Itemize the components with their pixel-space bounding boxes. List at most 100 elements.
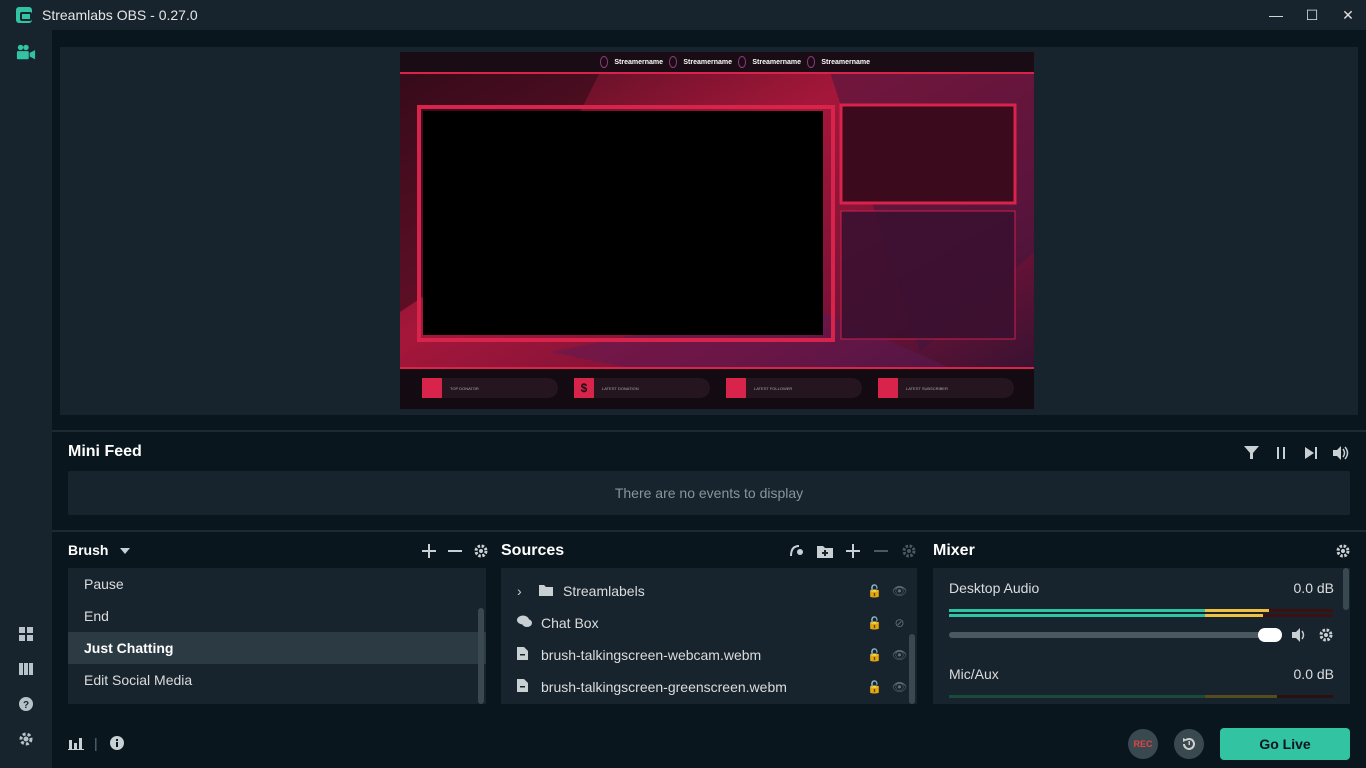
- alert-latest-follower: LATEST FOLLOWER: [726, 378, 862, 398]
- volume-meter-green: [949, 609, 1205, 612]
- mixer-scrollbar[interactable]: [1343, 568, 1349, 610]
- alert-label: TOP DONATOR: [450, 385, 479, 391]
- scene-settings-icon[interactable]: [472, 542, 490, 560]
- window-controls: — ☐ ✕: [1258, 0, 1366, 30]
- add-folder-icon[interactable]: [816, 542, 834, 560]
- dollar-icon: $: [574, 378, 594, 398]
- source-label: brush-talkingscreen-webcam.webm: [541, 647, 762, 663]
- sources-list: › Streamlabels 🔓 👁 Chat Box 🔓 ⊘ brush-talk…: [501, 568, 917, 704]
- social-handles: Streamername Streamername Streamername S…: [600, 55, 870, 69]
- facebook-icon: [669, 56, 678, 68]
- settings-icon[interactable]: [16, 729, 36, 749]
- scenes-scrollbar[interactable]: [478, 608, 484, 704]
- social-handle: Streamername: [821, 58, 870, 66]
- pause-icon[interactable]: [1272, 444, 1290, 462]
- mixer-list: Desktop Audio 0.0 dB Mic/Aux 0.0 dB: [933, 568, 1350, 704]
- scene-collection-selector[interactable]: Brush: [68, 541, 131, 559]
- record-button[interactable]: REC: [1128, 729, 1158, 759]
- lock-icon[interactable]: 🔓: [867, 648, 882, 662]
- source-controls: [788, 542, 918, 560]
- window-title: Streamlabs OBS - 0.27.0: [42, 7, 198, 23]
- alert-label: LATEST FOLLOWER: [754, 385, 793, 391]
- volume-slider-handle[interactable]: [1257, 628, 1282, 642]
- source-label: Streamlabels: [563, 583, 645, 599]
- source-item-controls: 🔓 👁: [867, 584, 907, 598]
- volume-meter-green: [949, 695, 1205, 698]
- columns-icon[interactable]: [16, 659, 36, 679]
- audio-settings-icon[interactable]: [1319, 628, 1333, 647]
- add-scene-icon[interactable]: [420, 542, 438, 560]
- remove-source-icon[interactable]: [872, 542, 890, 560]
- footer-bar: | REC Go Live: [52, 720, 1366, 768]
- preview-display[interactable]: Streamername Streamername Streamername S…: [60, 47, 1358, 415]
- overlay-canvas[interactable]: Streamername Streamername Streamername S…: [400, 52, 1034, 409]
- volume-meter-yellow: [1205, 695, 1277, 698]
- source-item-controls: 🔓 👁: [867, 680, 907, 694]
- lock-icon[interactable]: 🔓: [867, 584, 882, 598]
- lock-icon[interactable]: 🔓: [867, 616, 882, 630]
- source-item-greenscreen-webm[interactable]: brush-talkingscreen-greenscreen.webm 🔓 👁: [501, 671, 917, 703]
- file-icon: [517, 679, 528, 695]
- visibility-icon[interactable]: 👁: [892, 680, 907, 694]
- social-handle: Streamername: [614, 58, 663, 66]
- editor-panels: Brush Pause End Just Chatting Edit Socia…: [52, 532, 1366, 720]
- sources-title: Sources: [501, 542, 565, 559]
- go-live-button[interactable]: Go Live: [1220, 728, 1350, 760]
- mute-icon[interactable]: [1291, 628, 1307, 647]
- mixer-settings-icon[interactable]: [1334, 542, 1352, 560]
- source-item-webcam-webm[interactable]: brush-talkingscreen-webcam.webm 🔓 👁: [501, 639, 917, 671]
- maximize-button[interactable]: ☐: [1294, 0, 1330, 30]
- source-item-chat-box[interactable]: Chat Box 🔓 ⊘: [501, 607, 917, 639]
- scene-item-edit-social-media[interactable]: Edit Social Media: [68, 664, 486, 696]
- alert-latest-subscriber: LATEST SUBSCRIBER: [878, 378, 1014, 398]
- info-icon[interactable]: [109, 735, 125, 756]
- title-bar: Streamlabs OBS - 0.27.0 — ☐ ✕: [0, 0, 1366, 30]
- selective-recording-icon[interactable]: [788, 542, 806, 560]
- help-icon[interactable]: ?: [16, 694, 36, 714]
- star-icon: [726, 378, 746, 398]
- lock-icon[interactable]: 🔓: [867, 680, 882, 694]
- sources-scrollbar[interactable]: [909, 634, 915, 704]
- subscriber-icon: [878, 378, 898, 398]
- twitter-icon: [738, 56, 747, 68]
- filter-icon[interactable]: [1242, 444, 1260, 462]
- social-handle: Streamername: [683, 58, 732, 66]
- scenes-list: Pause End Just Chatting Edit Social Medi…: [68, 568, 486, 704]
- chevron-right-icon[interactable]: ›: [517, 583, 527, 599]
- visibility-icon[interactable]: 👁: [892, 584, 907, 598]
- remove-scene-icon[interactable]: [446, 542, 464, 560]
- crown-icon: [422, 378, 442, 398]
- file-icon: [517, 647, 528, 663]
- replay-buffer-button[interactable]: [1174, 729, 1204, 759]
- alert-label: LATEST DONATION: [602, 385, 639, 391]
- volume-meter-yellow: [1205, 609, 1269, 612]
- audio-source-name: Desktop Audio: [949, 580, 1040, 596]
- scene-item-pause[interactable]: Pause: [68, 568, 486, 600]
- audio-level-value: 0.0 dB: [1293, 580, 1334, 596]
- scene-item-end[interactable]: End: [68, 600, 486, 632]
- audio-source-name: Mic/Aux: [949, 666, 999, 682]
- close-button[interactable]: ✕: [1330, 0, 1366, 30]
- minimize-button[interactable]: —: [1258, 0, 1294, 30]
- volume-icon[interactable]: [1332, 444, 1350, 462]
- studio-camera-icon[interactable]: [16, 42, 36, 62]
- add-source-icon[interactable]: [844, 542, 862, 560]
- source-item-streamlabels[interactable]: › Streamlabels 🔓 👁: [501, 575, 917, 607]
- studio-preview: Streamername Streamername Streamername S…: [52, 30, 1366, 430]
- volume-slider[interactable]: [949, 632, 1273, 638]
- replay-icon: [1183, 738, 1195, 750]
- visibility-icon[interactable]: 👁: [892, 648, 907, 662]
- scene-collection-name: Brush: [68, 542, 109, 558]
- source-item-controls: 🔓 ⊘: [867, 616, 907, 630]
- scene-item-just-chatting[interactable]: Just Chatting: [68, 632, 486, 664]
- mini-feed-controls: [1242, 444, 1350, 462]
- volume-meter-green: [949, 614, 1205, 617]
- hidden-icon[interactable]: ⊘: [892, 616, 907, 630]
- source-settings-icon[interactable]: [900, 542, 918, 560]
- skip-icon[interactable]: [1302, 444, 1320, 462]
- mini-feed-panel: Mini Feed There are no events to display: [52, 432, 1366, 530]
- volume-meter-yellow: [1205, 614, 1263, 617]
- layout-icon[interactable]: [16, 624, 36, 644]
- performance-stats-icon[interactable]: [68, 736, 84, 755]
- source-label: Chat Box: [541, 615, 599, 631]
